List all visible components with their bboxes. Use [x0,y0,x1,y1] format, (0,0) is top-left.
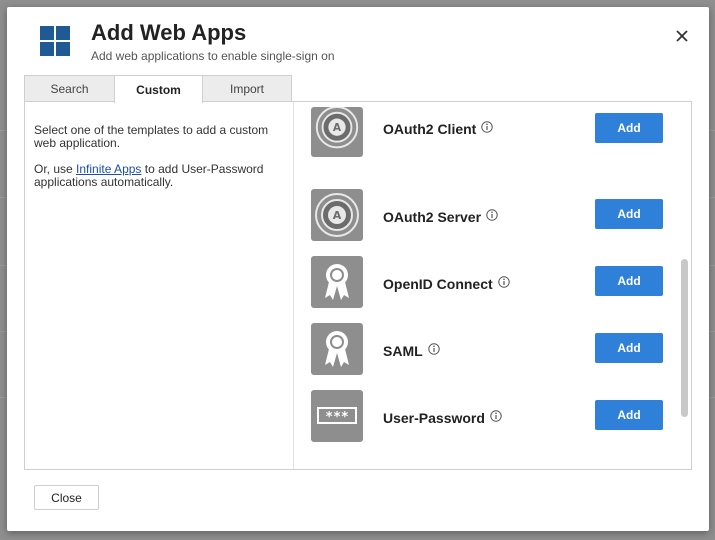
add-oauth2-server-button[interactable]: Add [595,199,663,229]
tab-import[interactable]: Import [202,75,292,102]
app-name: User-Password [383,410,502,426]
tab-custom[interactable]: Custom [114,75,203,103]
info-icon[interactable] [490,410,502,422]
list-item: SAML Add [294,317,691,375]
tab-search[interactable]: Search [24,75,115,102]
svg-text:***: *** [325,410,349,425]
oauth-badge-icon: A [311,107,363,157]
dialog-title: Add Web Apps [91,20,247,45]
template-list: A OAuth2 Client Add A OAuth2 Server Add … [294,102,691,469]
password-field-icon: *** [311,390,363,442]
add-saml-button[interactable]: Add [595,333,663,363]
ribbon-award-icon [311,323,363,375]
svg-text:A: A [333,209,342,222]
info-icon[interactable] [486,209,498,221]
app-name: SAML [383,343,440,359]
list-item: A OAuth2 Server Add [294,183,691,241]
infinite-apps-link[interactable]: Infinite Apps [76,162,141,176]
app-name: OpenID Connect [383,276,510,292]
svg-text:A: A [333,122,342,134]
add-user-password-button[interactable]: Add [595,400,663,430]
app-name: OAuth2 Server [383,209,498,225]
info-icon[interactable] [427,343,440,355]
app-name: OAuth2 Client [383,121,494,137]
close-icon[interactable] [673,27,691,45]
add-openid-connect-button[interactable]: Add [595,266,663,296]
instructions-pane: Select one of the templates to add a cus… [25,102,294,469]
close-button[interactable]: Close [34,485,99,510]
ribbon-award-icon [311,256,363,308]
oauth-badge-icon: A [311,189,363,241]
add-oauth2-client-button[interactable]: Add [595,113,663,143]
scrollbar[interactable] [681,259,688,417]
list-item: *** User-Password Add [294,384,691,442]
list-item: A OAuth2 Client Add [294,107,691,170]
add-web-apps-dialog: Add Web Apps Add web applications to ena… [7,7,709,531]
alternative-text: Or, use Infinite Apps to add User-Passwo… [34,163,284,189]
instruction-text: Select one of the templates to add a cus… [34,123,269,150]
info-icon[interactable] [481,121,494,133]
info-icon[interactable] [497,276,510,288]
dialog-subtitle: Add web applications to enable single-si… [91,49,335,63]
alt-prefix: Or, use [34,162,77,176]
list-item: OpenID Connect Add [294,250,691,308]
custom-panel: Select one of the templates to add a cus… [24,101,692,470]
tab-bar: Search Custom Import [24,75,292,103]
windows-grid-icon [40,26,72,58]
